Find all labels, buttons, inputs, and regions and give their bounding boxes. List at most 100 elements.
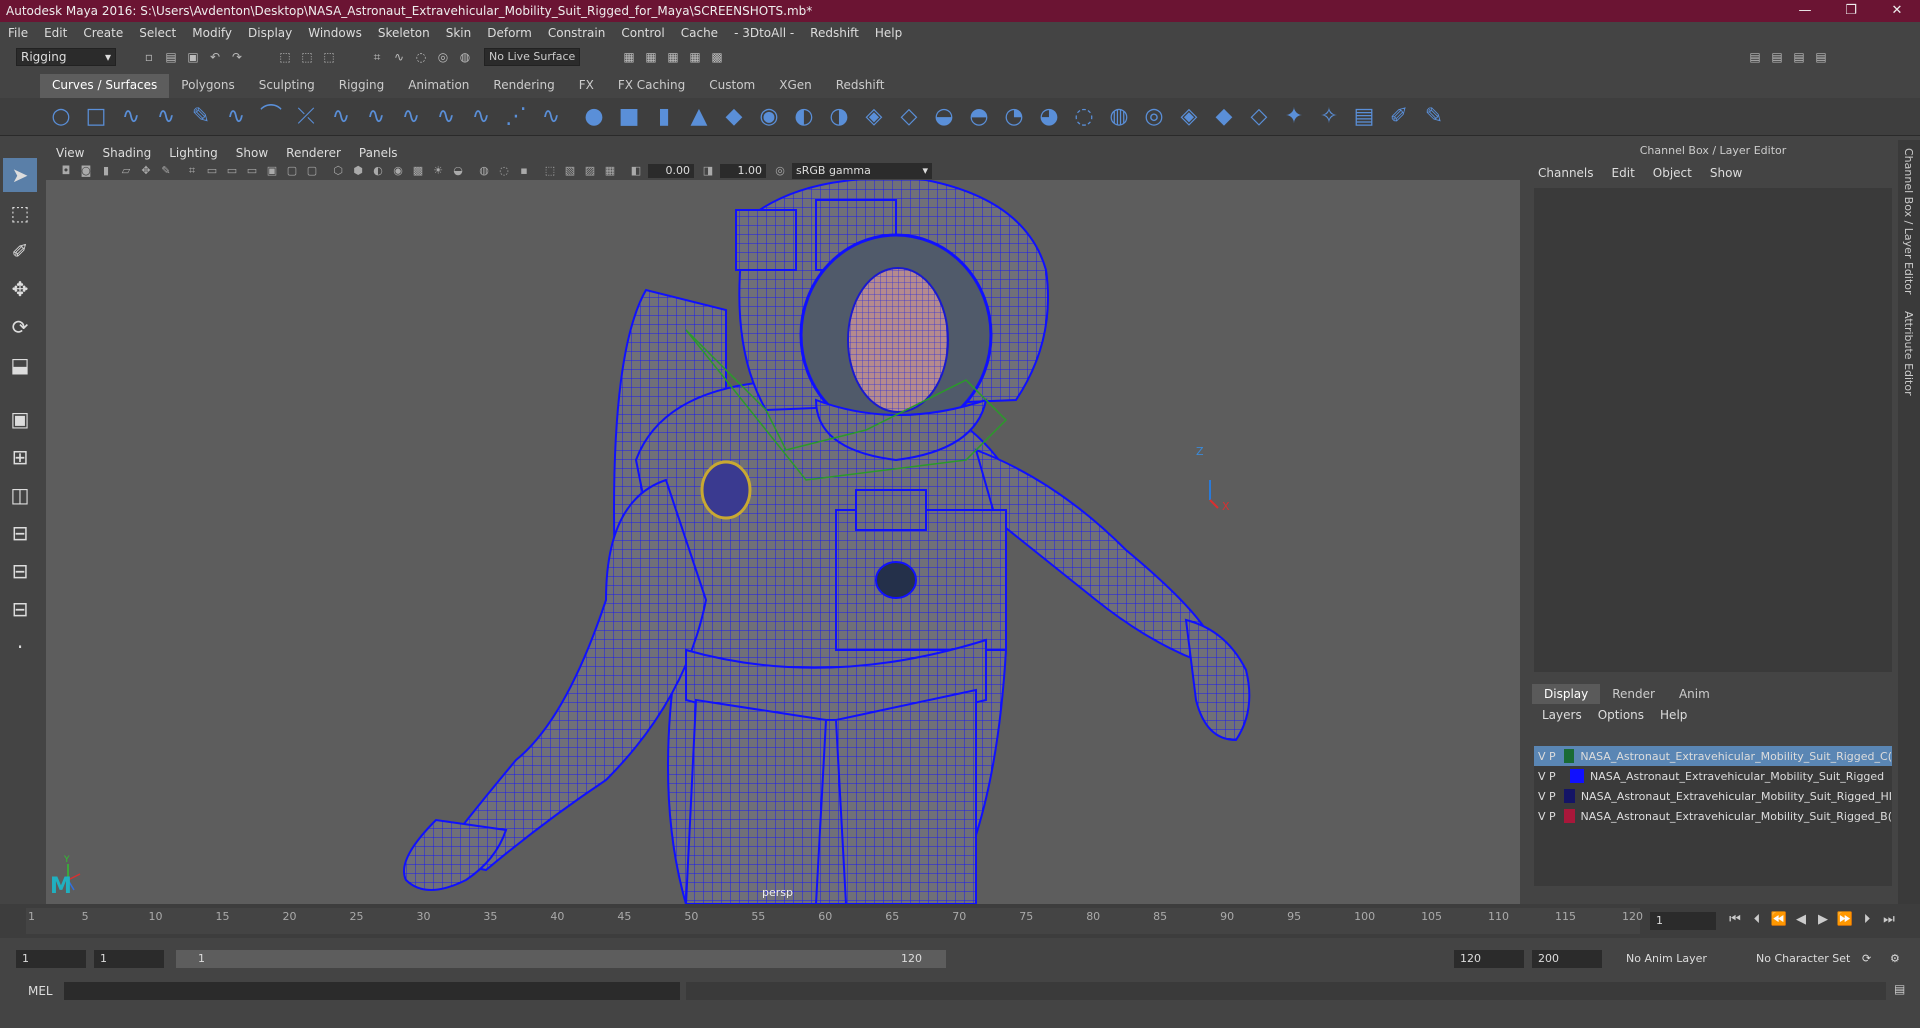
snap-curve-icon[interactable]: ∿ xyxy=(390,48,408,66)
menu-display[interactable]: Display xyxy=(248,26,292,40)
gamma-icon[interactable]: ◨ xyxy=(700,164,716,178)
extend-curve-icon[interactable]: ∿ xyxy=(396,102,426,132)
project-curve-icon[interactable]: ◎ xyxy=(1139,102,1169,132)
motion-blur-icon[interactable]: ◌ xyxy=(496,164,512,178)
viewport-menu-renderer[interactable]: Renderer xyxy=(286,146,341,160)
textured-icon[interactable]: ▩ xyxy=(410,164,426,178)
hypershade-layout-icon[interactable]: ⊟ xyxy=(3,554,37,588)
color-management-icon[interactable]: ◎ xyxy=(772,164,788,178)
character-set-select[interactable]: No Character Set xyxy=(1756,950,1850,968)
show-menu[interactable]: Show xyxy=(1710,166,1742,180)
pencil-curve-icon[interactable]: ✎ xyxy=(186,102,216,132)
four-view-layout-icon[interactable]: ⊞ xyxy=(3,440,37,474)
snap-surface-icon[interactable]: ◍ xyxy=(456,48,474,66)
hypershade-icon[interactable]: ▩ xyxy=(708,48,726,66)
untrim-icon[interactable]: ◍ xyxy=(1104,102,1134,132)
sculpt-geometry-icon[interactable]: ✦ xyxy=(1279,102,1309,132)
go-to-start-icon[interactable]: ⏮ xyxy=(1724,912,1746,927)
step-forward-key-icon[interactable]: ⏩ xyxy=(1834,912,1856,927)
twod-pan-icon[interactable]: ✥ xyxy=(138,164,154,178)
outliner-layout-icon[interactable]: ⊟ xyxy=(3,592,37,626)
help-menu[interactable]: Help xyxy=(1660,708,1687,722)
channels-menu[interactable]: Channels xyxy=(1538,166,1594,180)
grease-pencil-icon[interactable]: ✎ xyxy=(158,164,174,178)
open-scene-icon[interactable]: ▤ xyxy=(162,48,180,66)
nurbs-square-icon[interactable]: □ xyxy=(81,102,111,132)
extrude-icon[interactable]: ◇ xyxy=(894,102,924,132)
boundary-icon[interactable]: ◔ xyxy=(999,102,1029,132)
shelf-tab-rigging[interactable]: Rigging xyxy=(327,74,396,98)
snap-view-icon[interactable]: ◎ xyxy=(434,48,452,66)
detach-curves-icon[interactable]: ∿ xyxy=(326,102,356,132)
layer-color-swatch[interactable] xyxy=(1570,769,1584,783)
playback-end-field[interactable]: 120 xyxy=(1454,950,1524,968)
bezier-curve-icon[interactable]: ∿ xyxy=(221,102,251,132)
script-language-label[interactable]: MEL xyxy=(28,984,53,998)
scale-tool-icon[interactable]: ⬓ xyxy=(3,348,37,382)
anim-layer-select[interactable]: No Anim Layer xyxy=(1626,950,1707,968)
shelf-tab-polygons[interactable]: Polygons xyxy=(169,74,246,98)
insert-knot-icon[interactable]: ∿ xyxy=(361,102,391,132)
menu-modify[interactable]: Modify xyxy=(192,26,232,40)
use-all-lights-icon[interactable]: ☀ xyxy=(430,164,446,178)
shelf-tab-fx[interactable]: FX xyxy=(567,74,606,98)
snap-grid-icon[interactable]: ⌗ xyxy=(368,48,386,66)
render-view-icon[interactable]: ▦ xyxy=(686,48,704,66)
persp-graph-layout-icon[interactable]: ⊟ xyxy=(3,516,37,550)
play-forwards-icon[interactable]: ▶ xyxy=(1812,912,1834,927)
render-settings-icon[interactable]: ▦ xyxy=(620,48,638,66)
revolve-icon[interactable]: ◐ xyxy=(789,102,819,132)
save-scene-icon[interactable]: ▣ xyxy=(184,48,202,66)
paint-icon[interactable]: ✐ xyxy=(1384,102,1414,132)
menu-file[interactable]: File xyxy=(8,26,28,40)
bookmark-icon[interactable]: ▮ xyxy=(98,164,114,178)
viewport-menu-view[interactable]: View xyxy=(56,146,84,160)
square-surface-icon[interactable]: ◕ xyxy=(1034,102,1064,132)
layer-color-swatch[interactable] xyxy=(1563,749,1575,763)
viewport-menu-panels[interactable]: Panels xyxy=(359,146,398,160)
birail-icon[interactable]: ◒ xyxy=(929,102,959,132)
expand-layouts-icon[interactable]: · xyxy=(3,630,37,664)
film-gate-icon[interactable]: ▭ xyxy=(204,164,220,178)
smooth-shade-icon[interactable]: ⬢ xyxy=(350,164,366,178)
gate-mask-icon[interactable]: ▭ xyxy=(244,164,260,178)
safe-action-icon[interactable]: ▢ xyxy=(284,164,300,178)
loft-icon[interactable]: ◑ xyxy=(824,102,854,132)
redo-icon[interactable]: ↷ xyxy=(228,48,246,66)
tab-render[interactable]: Render xyxy=(1600,684,1667,704)
gamma-field[interactable]: 1.00 xyxy=(720,164,766,178)
menu-constrain[interactable]: Constrain xyxy=(548,26,606,40)
viewport-persp[interactable]: Z X Y persp M xyxy=(46,180,1520,904)
select-camera-icon[interactable]: ◘ xyxy=(58,164,74,178)
insert-isoparm-icon[interactable]: ✧ xyxy=(1314,102,1344,132)
shelf-tab-custom[interactable]: Custom xyxy=(697,74,767,98)
auto-key-icon[interactable]: ⟳ xyxy=(1862,950,1871,968)
image-plane-icon[interactable]: ▱ xyxy=(118,164,134,178)
resolution-gate-icon[interactable]: ▭ xyxy=(224,164,240,178)
menu-skeleton[interactable]: Skeleton xyxy=(378,26,430,40)
range-bar[interactable]: 1 120 xyxy=(176,950,946,968)
menu-control[interactable]: Control xyxy=(621,26,664,40)
new-scene-icon[interactable]: ▫ xyxy=(140,48,158,66)
undo-icon[interactable]: ↶ xyxy=(206,48,224,66)
select-tool-icon[interactable]: ➤ xyxy=(3,158,37,192)
live-surface-field[interactable]: No Live Surface xyxy=(484,48,580,66)
intersect-icon[interactable]: ◈ xyxy=(1174,102,1204,132)
menu-edit[interactable]: Edit xyxy=(44,26,67,40)
viewport-menu-lighting[interactable]: Lighting xyxy=(169,146,218,160)
rebuild-surface-icon[interactable]: ▤ xyxy=(1349,102,1379,132)
xray-components-icon[interactable]: ▦ xyxy=(602,164,618,178)
playback-start-field[interactable]: 1 xyxy=(94,950,164,968)
layers-menu[interactable]: Layers xyxy=(1542,708,1582,722)
current-frame-field[interactable]: 1 xyxy=(1650,912,1716,930)
restore-button[interactable]: ❐ xyxy=(1828,0,1874,22)
nurbs-cylinder-icon[interactable]: ▮ xyxy=(649,102,679,132)
animation-start-field[interactable]: 1 xyxy=(16,950,86,968)
menu-windows[interactable]: Windows xyxy=(308,26,362,40)
script-editor-icon[interactable]: ▤ xyxy=(1894,982,1905,996)
shelf-tab-rendering[interactable]: Rendering xyxy=(481,74,566,98)
anti-aliasing-icon[interactable]: ▪ xyxy=(516,164,532,178)
layer-visibility-toggle[interactable]: V P xyxy=(1538,770,1566,783)
layer-visibility-toggle[interactable]: V P xyxy=(1538,750,1560,763)
grid-icon[interactable]: ⌗ xyxy=(184,164,200,178)
